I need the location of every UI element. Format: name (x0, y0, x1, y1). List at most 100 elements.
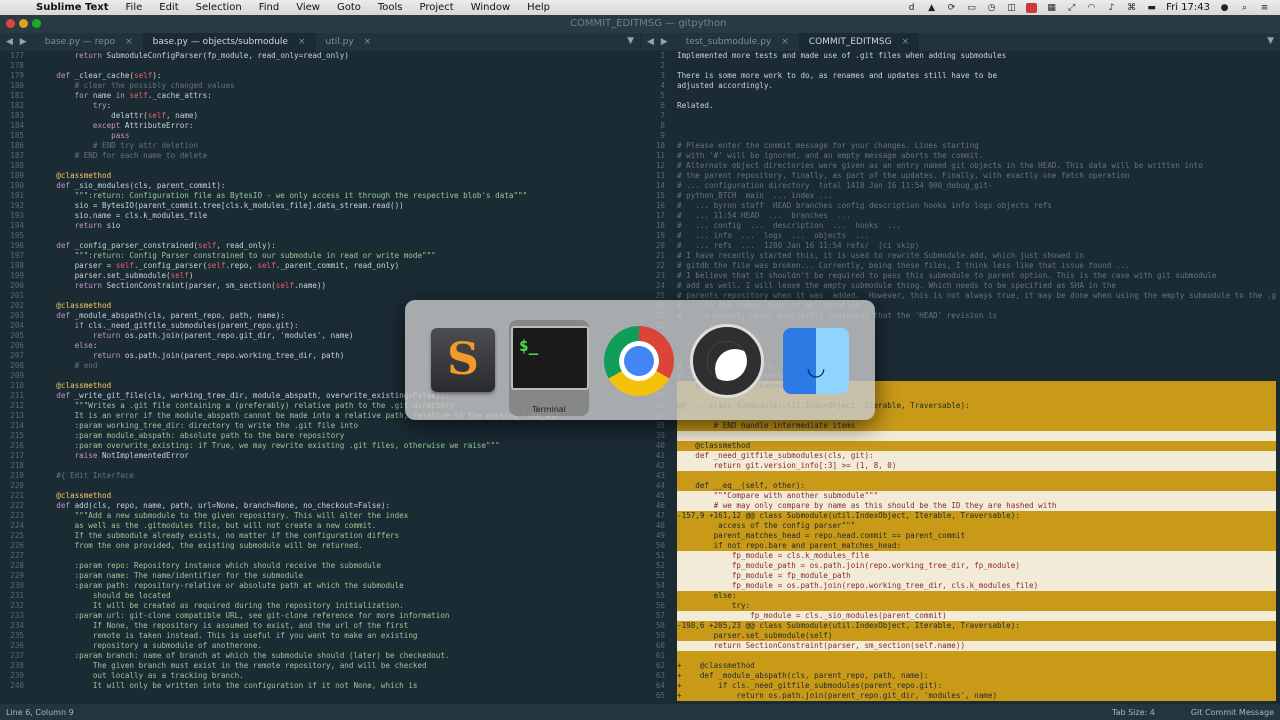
code-line[interactable]: # ... config ... description ... hooks .… (677, 221, 1276, 231)
code-line[interactable]: # gitdb the file was broken... Currently… (677, 261, 1276, 271)
code-line[interactable] (677, 61, 1276, 71)
code-line[interactable]: fp_module_path = os.path.join(repo.worki… (677, 561, 1276, 571)
app-switcher-item[interactable] (775, 322, 855, 402)
menu-file[interactable]: File (126, 2, 143, 13)
sync-icon[interactable]: ⟳ (946, 3, 957, 13)
code-line[interactable]: def _clear_cache(self): (38, 71, 636, 81)
minimize-window-button[interactable] (19, 19, 28, 28)
code-line[interactable]: pass (38, 131, 636, 141)
code-line[interactable]: # ... info ... logs ... objects ... (677, 231, 1276, 241)
code-line[interactable]: # ... 11:54 HEAD ... branches ... (677, 211, 1276, 221)
code-line[interactable]: try: (38, 101, 636, 111)
menu-goto[interactable]: Goto (337, 2, 361, 13)
code-line[interactable]: def _need_gitfile_submodules(cls, git): (677, 451, 1276, 461)
code-line[interactable]: # Please enter the commit message for yo… (677, 141, 1276, 151)
code-line[interactable]: # we may only compare by name as this sh… (677, 501, 1276, 511)
code-line[interactable]: from the one provided, the existing subm… (38, 541, 636, 551)
code-line[interactable]: def _sio_modules(cls, parent_commit): (38, 181, 636, 191)
code-line[interactable]: def _config_parser_constrained(self, rea… (38, 241, 636, 251)
code-line[interactable]: # with '#' will be ignored, and an empty… (677, 151, 1276, 161)
code-line[interactable]: repository a submodule of anotherone. (38, 641, 636, 651)
code-line[interactable]: @classmethod (677, 441, 1276, 451)
code-line[interactable]: :param overwrite_existing: if True, we m… (38, 441, 636, 451)
code-line[interactable]: remote is taken instead. This is useful … (38, 631, 636, 641)
code-line[interactable]: out locally as a tracking branch. (38, 671, 636, 681)
code-line[interactable] (677, 131, 1276, 141)
code-line[interactable]: for name in self._cache_attrs: (38, 91, 636, 101)
cursor-position[interactable]: Line 6, Column 9 (6, 708, 74, 717)
zoom-window-button[interactable] (32, 19, 41, 28)
record-icon[interactable] (1026, 2, 1038, 13)
cursor-icon[interactable]: ⤢ (1066, 3, 1077, 13)
battery-icon[interactable]: ▬ (1146, 3, 1157, 13)
code-line[interactable] (38, 61, 636, 71)
tab-util[interactable]: util.py × (316, 33, 382, 51)
user-icon[interactable]: ● (1219, 3, 1230, 13)
code-line[interactable]: #{ Edit Interface (38, 471, 636, 481)
code-line[interactable]: :param module_abspath: absolute path to … (38, 431, 636, 441)
code-line[interactable]: # add as well. I will leave the empty su… (677, 281, 1276, 291)
menu-view[interactable]: View (296, 2, 320, 13)
code-line[interactable]: # python_BTCH main ... index ... (677, 191, 1276, 201)
code-line[interactable] (677, 121, 1276, 131)
menu-window[interactable]: Window (471, 2, 510, 13)
code-line[interactable]: """:return: Config Parser constrained to… (38, 251, 636, 261)
code-line[interactable]: if not repo.bare and parent_matches_head… (677, 541, 1276, 551)
tab-dropdown-icon[interactable]: ▼ (1267, 36, 1274, 46)
code-line[interactable]: """Compare with another submodule""" (677, 491, 1276, 501)
code-line[interactable]: try: (677, 601, 1276, 611)
language-icon[interactable]: ⌘ (1126, 3, 1137, 13)
code-line[interactable]: fp_module = cls.k_modules_file (677, 551, 1276, 561)
code-line[interactable]: If the submodule already exists, no matt… (38, 531, 636, 541)
code-line[interactable]: def __eq__(self, other): (677, 481, 1276, 491)
code-line[interactable]: # ... refs ... 1280 Jan 16 11:54 refs/ (… (677, 241, 1276, 251)
code-line[interactable]: @classmethod (38, 491, 636, 501)
close-window-button[interactable] (6, 19, 15, 28)
code-line[interactable]: # END try attr deletion (38, 141, 636, 151)
app-switcher-item[interactable] (423, 322, 503, 402)
tab-base-submodule[interactable]: base.py — objects/submodule × (142, 33, 316, 51)
code-line[interactable]: The given branch must exist in the remot… (38, 661, 636, 671)
code-line[interactable] (677, 91, 1276, 101)
code-line[interactable]: + @classmethod (677, 661, 1276, 671)
code-line[interactable]: return SectionConstraint(parser, sm_sect… (677, 641, 1276, 651)
spotlight-search-icon[interactable]: ⌕ (1239, 3, 1250, 13)
code-line[interactable]: # END handle intermediate items (677, 421, 1276, 431)
code-line[interactable] (677, 111, 1276, 121)
close-tab-icon[interactable]: × (902, 37, 910, 47)
code-line[interactable] (38, 161, 636, 171)
code-line[interactable]: # clear the possibly changed values (38, 81, 636, 91)
code-line[interactable] (677, 431, 1276, 441)
code-line[interactable]: -157,9 +161,12 @@ class Submodule(util.I… (677, 511, 1276, 521)
code-line[interactable]: parent_matches_head = repo.head.commit =… (677, 531, 1276, 541)
code-line[interactable]: Related. (677, 101, 1276, 111)
volume-icon[interactable]: ♪ (1106, 3, 1117, 13)
code-line[interactable]: # I have recently started this, it is us… (677, 251, 1276, 261)
code-line[interactable]: else: (677, 591, 1276, 601)
code-line[interactable]: raise NotImplementedError (38, 451, 636, 461)
code-line[interactable]: # END for each name to delete (38, 151, 636, 161)
tab-dropdown-icon[interactable]: ▼ (627, 36, 634, 46)
code-line[interactable]: # the parent repository, finally, as par… (677, 171, 1276, 181)
code-line[interactable] (38, 481, 636, 491)
code-line[interactable]: # ... byron staff HEAD branches config d… (677, 201, 1276, 211)
code-line[interactable]: parser.set_submodule(self) (677, 631, 1276, 641)
code-line[interactable]: parser = self._config_parser(self.repo, … (38, 261, 636, 271)
code-line[interactable]: access of the config parser""" (677, 521, 1276, 531)
tab-commit-editmsg[interactable]: COMMIT_EDITMSG × (798, 33, 920, 51)
code-line[interactable]: + def _module_abspath(cls, parent_repo, … (677, 671, 1276, 681)
code-line[interactable]: @classmethod (38, 171, 636, 181)
code-line[interactable]: + if cls._need_gitfile_submodules(parent… (677, 681, 1276, 691)
close-tab-icon[interactable]: × (298, 37, 306, 47)
tab-size-indicator[interactable]: Tab Size: 4 (1112, 708, 1155, 717)
code-line[interactable]: parser.set_submodule(self) (38, 271, 636, 281)
close-tab-icon[interactable]: × (364, 37, 372, 47)
code-line[interactable]: Implemented more tests and made use of .… (677, 51, 1276, 61)
code-line[interactable]: return sio (38, 221, 636, 231)
code-line[interactable] (38, 551, 636, 561)
code-line[interactable]: should be located (38, 591, 636, 601)
code-line[interactable] (38, 461, 636, 471)
code-line[interactable]: return SubmoduleConfigParser(fp_module, … (38, 51, 636, 61)
code-line[interactable]: :param repo: Repository instance which s… (38, 561, 636, 571)
code-line[interactable]: -198,6 +205,23 @@ class Submodule(util.I… (677, 621, 1276, 631)
